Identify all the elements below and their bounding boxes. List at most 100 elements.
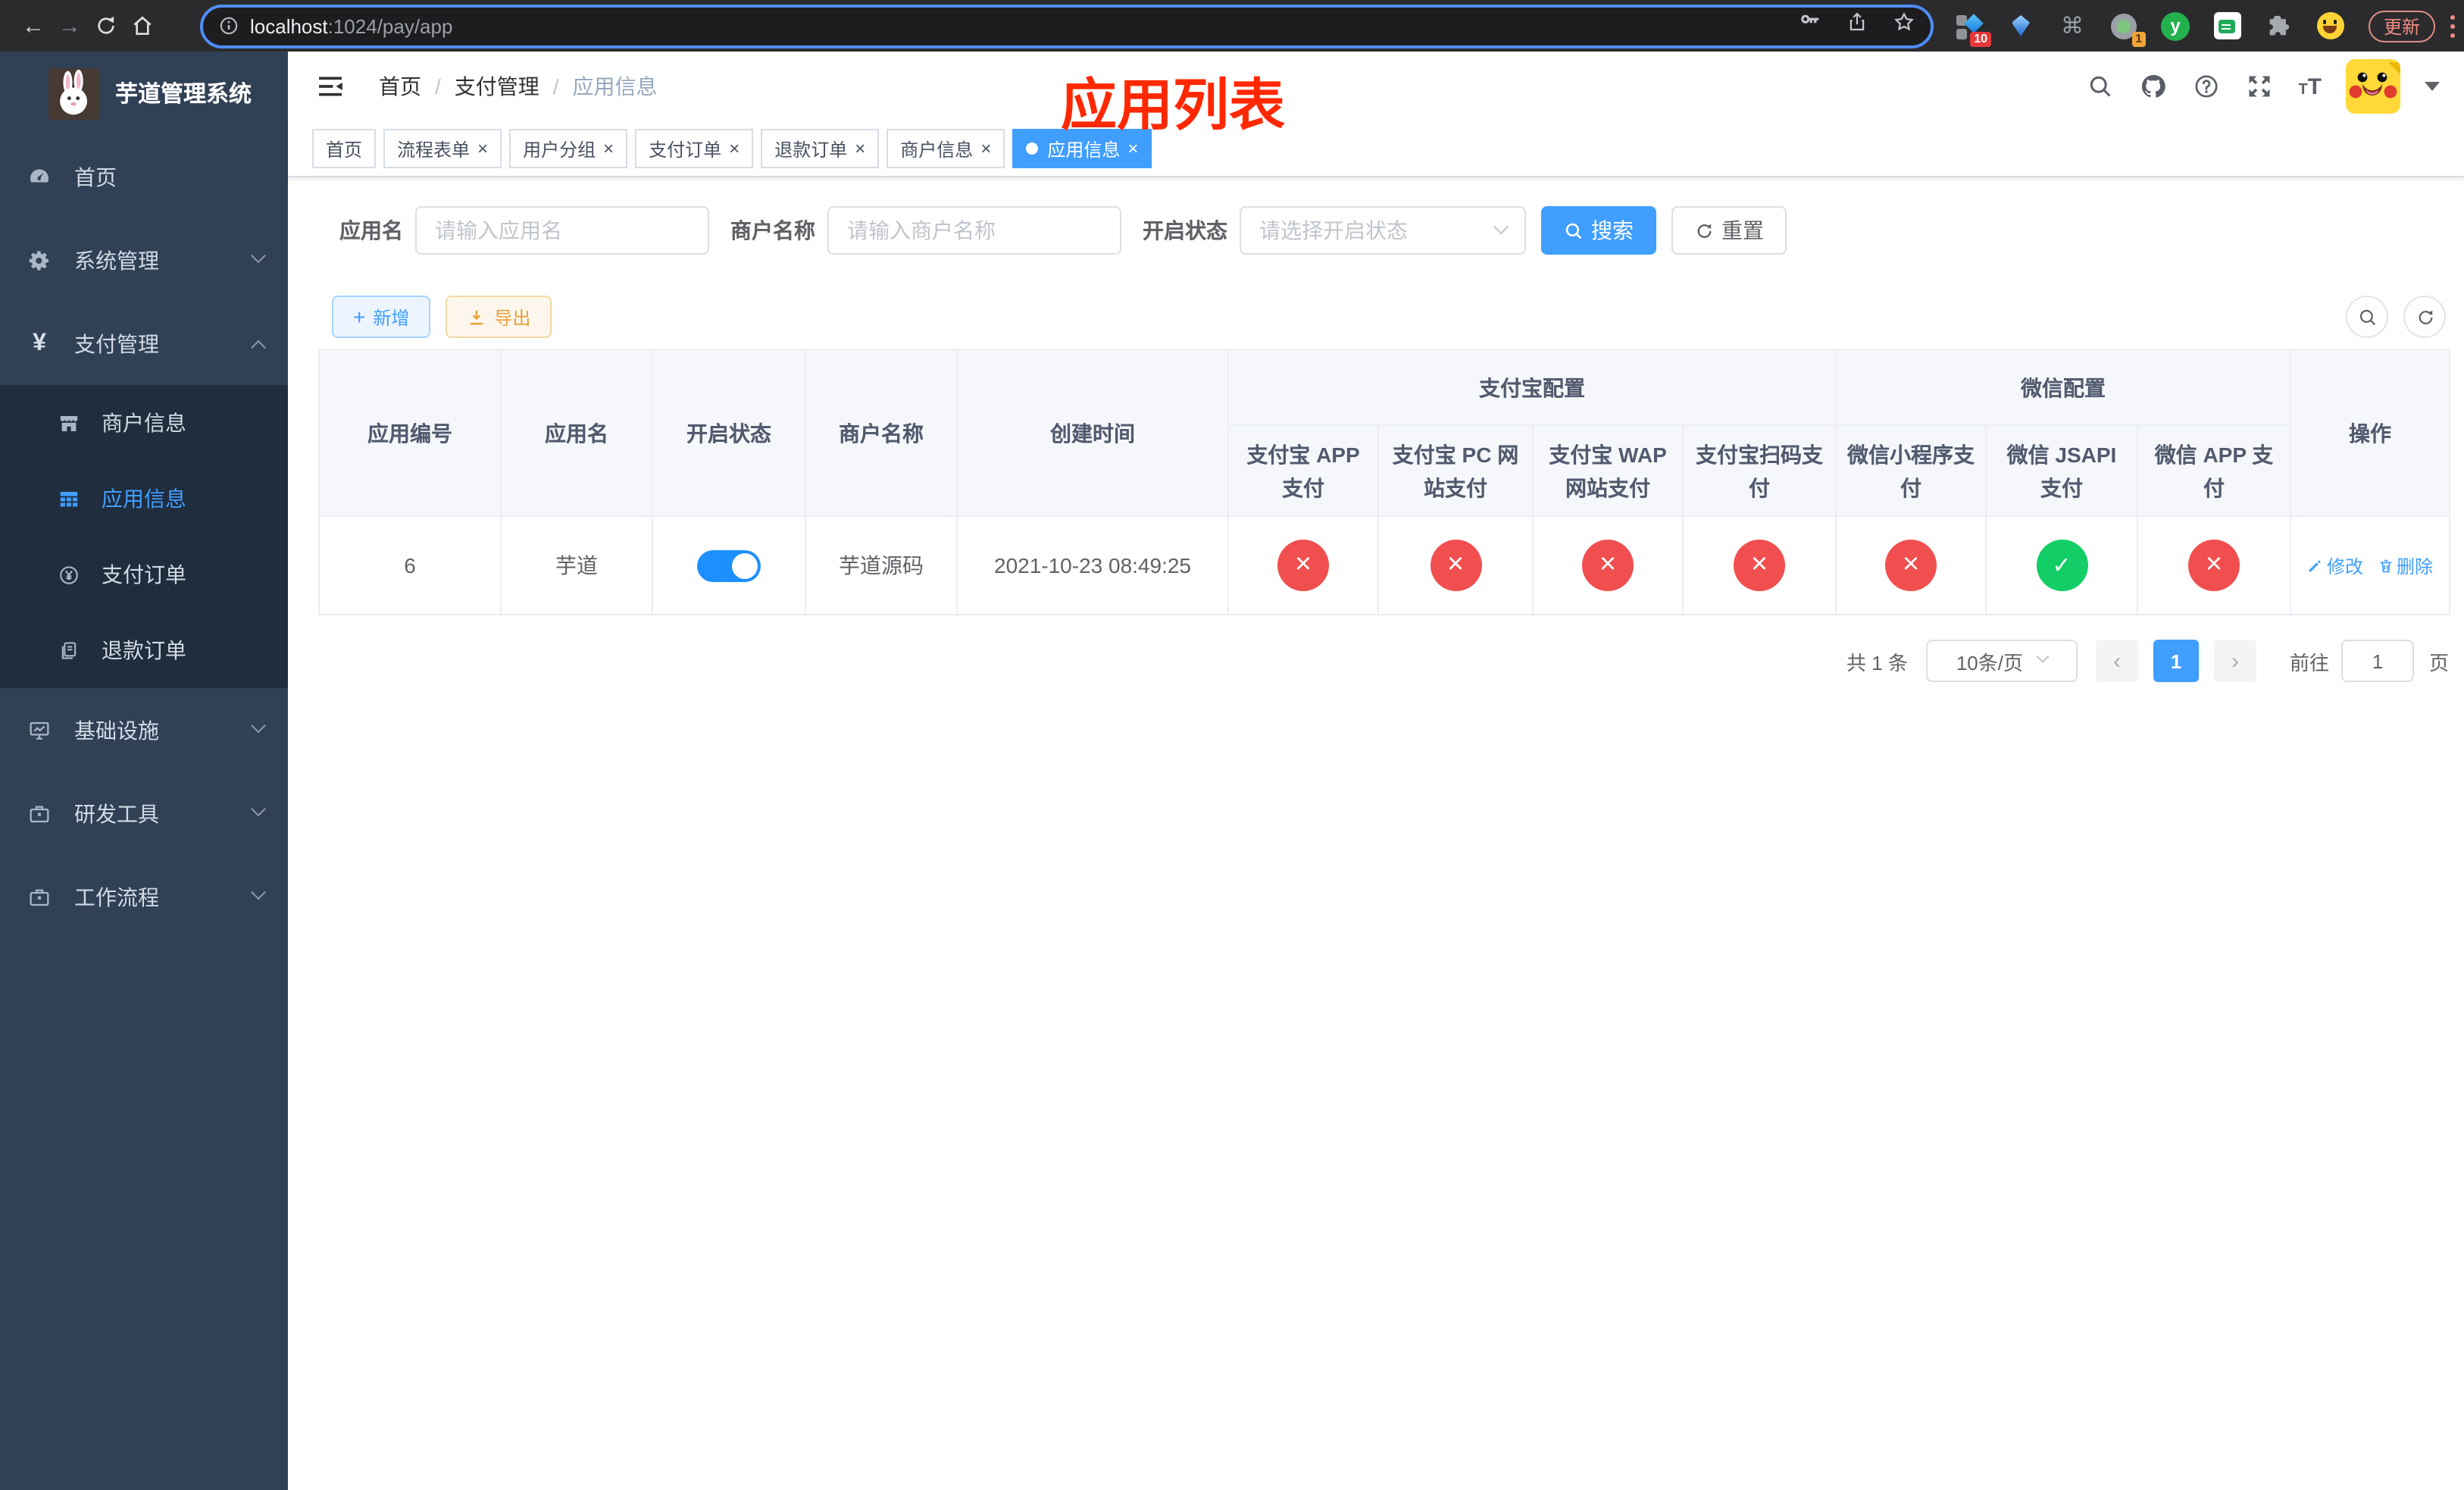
sidebar-item-merchant-info[interactable]: 商户信息 <box>0 385 288 461</box>
edit-link[interactable]: 修改 <box>2307 552 2363 578</box>
extension-gem-icon[interactable] <box>2006 11 2035 40</box>
app-logo-row[interactable]: 芋道管理系统 <box>0 52 288 135</box>
browser-menu-icon[interactable] <box>2450 14 2456 37</box>
sidebar-item-workflow[interactable]: 工作流程 <box>0 855 288 938</box>
address-bar[interactable]: localhost:1024/pay/app <box>200 4 1934 48</box>
sidebar-item-label: 系统管理 <box>74 248 159 272</box>
next-page-button[interactable]: › <box>2213 640 2256 682</box>
bookmark-star-icon[interactable] <box>1893 11 1915 41</box>
reset-button[interactable]: 重置 <box>1671 206 1787 255</box>
url-host: localhost <box>250 14 328 37</box>
help-icon[interactable] <box>2192 72 2221 101</box>
extension-command-icon[interactable]: ⌘ <box>2058 11 2087 40</box>
shop-icon <box>58 412 80 434</box>
column-header: 应用编号 <box>318 349 502 517</box>
sidebar-item-home[interactable]: 首页 <box>0 135 288 218</box>
column-header: 商户名称 <box>805 349 958 517</box>
extension-record-icon[interactable]: 1 <box>2109 11 2146 46</box>
chevron-up-icon <box>251 340 266 355</box>
search-button[interactable]: 搜索 <box>1541 206 1656 255</box>
tab-home[interactable]: 首页 <box>312 129 377 168</box>
export-button[interactable]: 导出 <box>446 296 552 338</box>
refresh-button[interactable] <box>2403 296 2446 338</box>
cell-app-id: 6 <box>318 515 502 615</box>
goto-page-input[interactable] <box>2340 640 2414 682</box>
page-size-select[interactable]: 10条/页 <box>1925 640 2078 682</box>
app-name-input[interactable] <box>415 206 709 255</box>
yen-circle-icon <box>58 563 80 586</box>
status-select[interactable]: 请选择开启状态 <box>1240 206 1526 255</box>
pencil-icon <box>2309 559 2322 571</box>
column-header: 微信 JSAPI 支付 <box>1985 424 2138 517</box>
site-info-icon[interactable] <box>218 15 239 36</box>
add-button[interactable]: + 新增 <box>332 296 431 338</box>
main-header: 首页 / 支付管理 / 应用信息 TT <box>288 52 2464 121</box>
column-header: 微信小程序支付 <box>1835 424 1987 517</box>
avatar-caret-icon[interactable] <box>2425 82 2440 91</box>
browser-reload-icon[interactable] <box>88 8 124 44</box>
sidebar-item-system[interactable]: 系统管理 <box>0 218 288 302</box>
breadcrumb-payment[interactable]: 支付管理 <box>455 71 539 102</box>
browser-back-icon[interactable]: ← <box>15 8 52 44</box>
extension-y-icon[interactable]: y <box>2161 11 2190 40</box>
merchant-name-input[interactable] <box>827 206 1121 255</box>
briefcase-icon <box>27 884 52 909</box>
sidebar-item-label: 首页 <box>74 164 117 189</box>
tab-user-group[interactable]: 用户分组 × <box>509 129 628 168</box>
breadcrumb-home[interactable]: 首页 <box>379 71 421 102</box>
page-number-button[interactable]: 1 <box>2153 640 2199 682</box>
close-icon[interactable]: × <box>729 139 740 158</box>
github-icon[interactable] <box>2139 72 2168 101</box>
search-icon[interactable] <box>2086 72 2115 101</box>
prev-page-button[interactable]: ‹ <box>2095 640 2138 682</box>
extension-badge: 10 <box>1970 31 1991 46</box>
close-icon[interactable]: × <box>855 139 865 158</box>
user-avatar[interactable] <box>2346 59 2400 114</box>
status-toggle[interactable] <box>697 549 761 581</box>
sidebar-item-payment[interactable]: ¥ 支付管理 <box>0 302 288 385</box>
sidebar-item-label: 应用信息 <box>102 487 186 511</box>
close-icon[interactable]: × <box>1127 139 1138 158</box>
close-icon[interactable]: × <box>603 139 614 158</box>
tab-merchant-info[interactable]: 商户信息 × <box>886 129 1005 168</box>
password-key-icon[interactable] <box>1799 11 1821 41</box>
cell-config <box>1532 515 1684 615</box>
chevron-down-icon <box>2036 650 2050 663</box>
sidebar-item-dev-tools[interactable]: 研发工具 <box>0 772 288 855</box>
close-icon[interactable]: × <box>980 139 991 158</box>
total-count: 共 1 条 <box>1846 651 1908 674</box>
extensions-puzzle-icon[interactable] <box>2264 11 2293 40</box>
browser-update-button[interactable]: 更新 <box>2369 10 2436 42</box>
fullscreen-icon[interactable] <box>2245 72 2274 101</box>
table-toolbar: + 新增 导出 <box>318 296 2449 338</box>
sidebar-item-infrastructure[interactable]: 基础设施 <box>0 688 288 772</box>
breadcrumb-current: 应用信息 <box>572 74 658 99</box>
breadcrumb-separator: / <box>435 74 441 99</box>
delete-link[interactable]: 删除 <box>2377 552 2433 578</box>
extension-chat-icon[interactable] <box>2212 11 2241 40</box>
wechat-group-header: 微信配置 <box>1835 349 2291 426</box>
sidebar-fold-icon[interactable] <box>315 71 346 102</box>
sidebar: 芋道管理系统 首页 系统管理 ¥ 支付管理 商户信息 应用信息 支付订单 退款订… <box>0 52 288 1490</box>
toggle-search-button[interactable] <box>2346 296 2388 338</box>
tab-refund-orders[interactable]: 退款订单 × <box>761 129 880 168</box>
browser-home-icon[interactable] <box>124 8 161 44</box>
sidebar-item-refund-orders[interactable]: 退款订单 <box>0 612 288 688</box>
close-icon[interactable]: × <box>477 139 488 158</box>
actions-column-header: 操作 <box>2290 349 2450 517</box>
breadcrumb: 首页 / 支付管理 / 应用信息 <box>379 71 658 102</box>
tab-process-form[interactable]: 流程表单 × <box>383 129 502 168</box>
column-header: 应用名 <box>500 349 653 517</box>
sidebar-item-pay-orders[interactable]: 支付订单 <box>0 537 288 612</box>
sidebar-item-label: 工作流程 <box>74 884 159 909</box>
extension-grid-icon[interactable]: 10 <box>1955 11 1991 46</box>
profile-emoji-icon[interactable] <box>2315 11 2344 40</box>
share-icon[interactable] <box>1846 11 1868 41</box>
tab-pay-orders[interactable]: 支付订单 × <box>635 129 754 168</box>
sidebar-item-app-info[interactable]: 应用信息 <box>0 461 288 537</box>
trash-icon <box>2379 559 2391 572</box>
extension-icons: 10 ⌘ 1 y <box>1955 11 2344 46</box>
breadcrumb-separator: / <box>552 74 559 99</box>
browser-forward-icon[interactable]: → <box>52 8 88 44</box>
font-size-icon[interactable]: TT <box>2298 74 2322 99</box>
